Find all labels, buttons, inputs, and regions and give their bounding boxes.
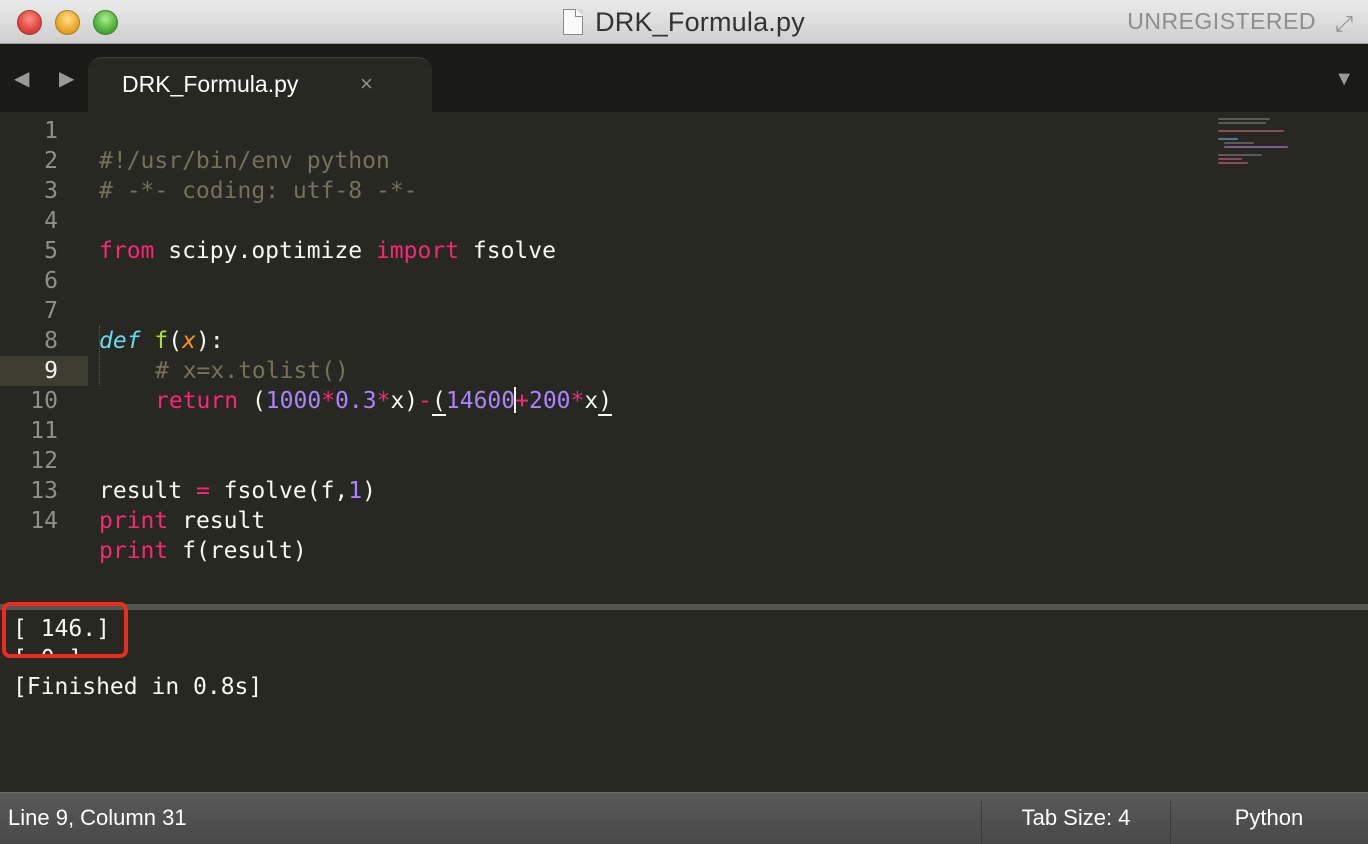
code-line-8: # x=x.tolist() [0, 326, 1200, 384]
code-token: from [99, 238, 155, 264]
code-line-12: result = fsolve(f,1) [0, 446, 1200, 504]
code-line-7: def f(x): [0, 296, 1200, 354]
build-output-panel: [ 146.] [ 0.] [Finished in 0.8s] [0, 602, 1368, 792]
tab-bar: ◀ ▶ DRK_Formula.py × ▼ [0, 44, 1368, 112]
code-line-14: print f(result) [0, 506, 1200, 564]
code-token: scipy.optimize [154, 238, 376, 264]
code-token: print [99, 538, 169, 564]
minimap[interactable] [1218, 116, 1308, 176]
tab-nav-arrows-icon[interactable]: ◀ ▶ [14, 66, 86, 91]
code-line-4: from scipy.optimize import fsolve [0, 206, 1200, 264]
code-token: * [321, 388, 336, 414]
title-bar: DRK_Formula.py UNREGISTERED ⤢ [0, 0, 1368, 44]
code-line-2: # -*- coding: utf-8 -*- [0, 146, 1200, 204]
code-editor[interactable]: 1 2 3 4 5 6 7 8 9 10 11 12 13 14 #!/usr/… [0, 112, 1368, 604]
tab-drk-formula[interactable]: DRK_Formula.py × [88, 57, 432, 112]
code-token: 14600 [445, 388, 516, 414]
code-token: x) [390, 388, 419, 414]
code-token: - [418, 388, 433, 414]
bracket-match-close: ) [598, 388, 613, 416]
unregistered-label: UNREGISTERED [1127, 8, 1316, 34]
tab-close-icon[interactable]: × [360, 71, 373, 97]
code-token: 0.3 [335, 388, 377, 414]
result-highlight-box [2, 602, 128, 658]
code-token: * [376, 388, 391, 414]
document-icon [563, 9, 584, 35]
code-token: 1000 [265, 388, 322, 414]
window-title: DRK_Formula.py [595, 6, 805, 37]
tab-label: DRK_Formula.py [122, 71, 299, 97]
code-token: import [375, 238, 460, 264]
code-line-9: return (1000*0.3*x)-(14600+200*x) [0, 356, 1200, 416]
bracket-match-open: ( [432, 388, 446, 416]
tab-menu-chevron-icon[interactable]: ▼ [1334, 68, 1354, 91]
code-line-1: #!/usr/bin/env python [0, 116, 1200, 174]
code-token: fsolve [459, 238, 556, 264]
fullscreen-arrows-icon[interactable]: ⤢ [1330, 10, 1358, 38]
cursor-position: Line 9, Column 31 [8, 805, 187, 830]
code-line-13: print result [0, 476, 1200, 534]
code-token: 200 [528, 388, 571, 414]
syntax-selector[interactable]: Python [1170, 805, 1368, 831]
code-token: f(result) [168, 538, 307, 564]
tab-size-selector[interactable]: Tab Size: 4 [982, 805, 1170, 831]
code-token: # -*- coding: utf-8 -*- [99, 178, 418, 204]
code-token: * [570, 388, 585, 414]
output-line-3: [Finished in 0.8s] [13, 674, 263, 700]
status-bar: Line 9, Column 31 Tab Size: 4 Python [0, 792, 1368, 844]
code-token: ( [238, 388, 266, 414]
code-token: return [155, 388, 239, 414]
code-token: x [584, 388, 599, 414]
code-token: + [515, 388, 529, 414]
